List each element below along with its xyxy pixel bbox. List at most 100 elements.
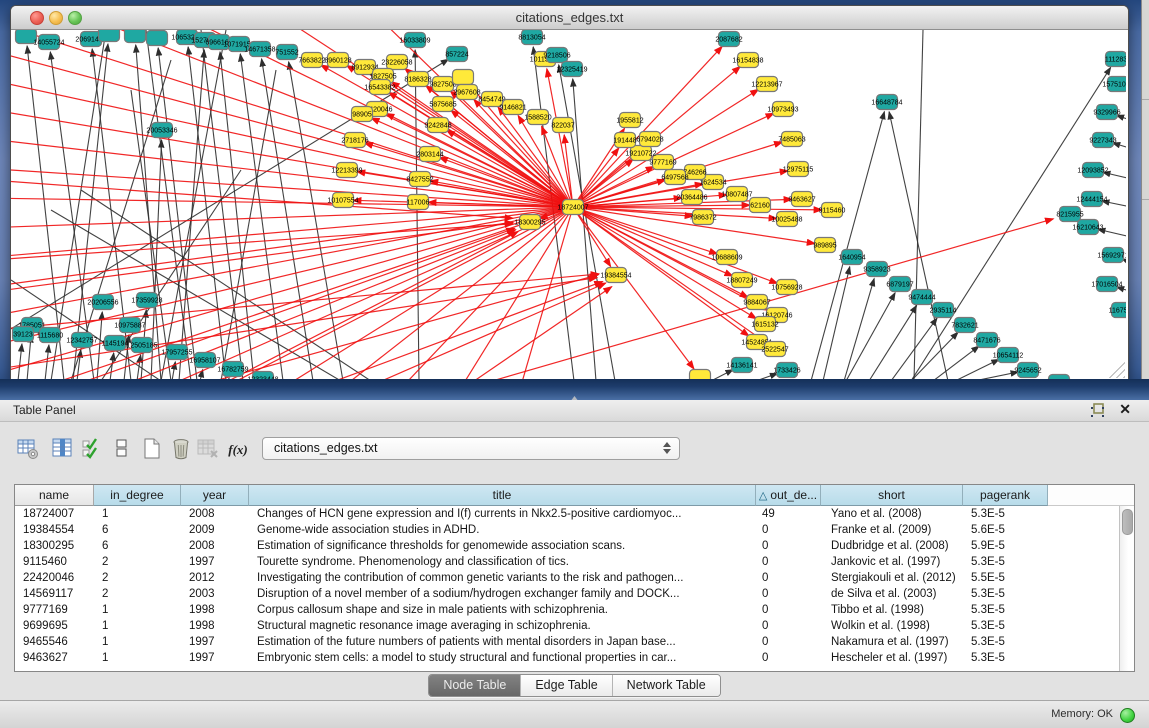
graph-node-label: 8813054	[518, 35, 545, 42]
delete-table-button-disabled[interactable]	[194, 436, 222, 464]
cell-in_degree: 1	[94, 618, 181, 634]
graph-node-label: 12213967	[751, 82, 782, 89]
cell-name: 22420046	[15, 570, 94, 586]
table-row[interactable]: 1938455462009Genome-wide association stu…	[15, 522, 1134, 538]
network-view-window[interactable]: citations_edges.txt 18724007183002957663…	[10, 5, 1129, 381]
table-select-dropdown[interactable]: citations_edges.txt	[262, 437, 680, 460]
table-row[interactable]: 969969511998Structural magnetic resonanc…	[15, 618, 1134, 634]
graph-node-label: 2718176	[341, 138, 368, 145]
graph-edge	[11, 207, 573, 379]
table-row[interactable]: 1872400712008Changes of HCN gene express…	[15, 506, 1134, 522]
scrollbar-thumb[interactable]	[1122, 509, 1133, 535]
column-header-name[interactable]: name	[15, 485, 94, 506]
table-row[interactable]: 977716911998Corpus callosum shape and si…	[15, 602, 1134, 618]
table-body: 1872400712008Changes of HCN gene express…	[15, 506, 1134, 666]
background-window-edge	[1141, 0, 1149, 400]
table-row[interactable]: 1456911722003Disruption of a novel membe…	[15, 586, 1134, 602]
graph-edge	[179, 50, 204, 379]
tab-node-table[interactable]: Node Table	[429, 675, 520, 696]
graph-node-label: 10688609	[711, 255, 742, 262]
graph-node-label: 16033809	[399, 38, 430, 45]
cell-in_degree: 6	[94, 538, 181, 554]
tab-edge-table[interactable]: Edge Table	[520, 675, 611, 696]
table-toolbar: f(x) citations_edges.txt	[0, 434, 1149, 466]
graph-edge	[911, 332, 958, 379]
row-panes-button[interactable]	[108, 436, 136, 464]
cell-pagerank: 5.3E-5	[963, 506, 1048, 522]
graph-node-label: 2803144	[416, 152, 443, 159]
graph-node[interactable]	[147, 31, 168, 46]
table-row[interactable]: 2242004622012Investigating the contribut…	[15, 570, 1134, 586]
cell-out_degree: 0	[756, 634, 821, 650]
network-svg[interactable]: 1872400718300295766382289601288912934232…	[11, 30, 1126, 379]
column-header-pagerank[interactable]: pagerank	[963, 485, 1048, 506]
cell-year: 2008	[181, 506, 249, 522]
cell-pagerank: 5.3E-5	[963, 618, 1048, 634]
table-row[interactable]: 1830029562008Estimation of significance …	[15, 538, 1134, 554]
table-row[interactable]: 911546021997Tourette syndrome. Phenomeno…	[15, 554, 1134, 570]
cell-short: Jankovic et al. (1997)	[821, 554, 963, 570]
graph-node-label: 12975115	[783, 167, 814, 174]
graph-node[interactable]	[453, 70, 474, 85]
new-document-button[interactable]	[138, 436, 166, 464]
graph-node-label: 9245652	[1014, 368, 1041, 375]
graph-node[interactable]	[690, 370, 711, 380]
graph-node[interactable]	[125, 30, 146, 43]
graph-node-label: 10807487	[721, 192, 752, 199]
window-title: citations_edges.txt	[11, 6, 1128, 29]
graph-node-label: 10025488	[771, 217, 802, 224]
network-canvas[interactable]: 1872400718300295766382289601288912934232…	[11, 30, 1126, 379]
table-scrollbar[interactable]	[1119, 506, 1134, 671]
function-builder-button[interactable]: f(x)	[224, 436, 252, 464]
graph-node-label: 19210722	[625, 151, 656, 158]
graph-node-label: 7986372	[689, 215, 716, 222]
memory-status-label: Memory: OK	[1051, 701, 1113, 727]
graph-node-label: 9115460	[819, 208, 846, 215]
cell-out_degree: 49	[756, 506, 821, 522]
column-header-in_degree[interactable]: in_degree	[94, 485, 181, 506]
table-row[interactable]: 946554611997Estimation of the future num…	[15, 634, 1134, 650]
graph-node-label: 191448	[613, 138, 636, 145]
graph-edge	[188, 47, 226, 379]
graph-node-label: 14055724	[33, 40, 64, 47]
window-titlebar[interactable]: citations_edges.txt	[11, 6, 1128, 30]
column-header-title[interactable]: title	[249, 485, 756, 506]
float-panel-icon[interactable]	[1090, 403, 1105, 418]
select-checks-button[interactable]	[79, 436, 107, 464]
column-header-short[interactable]: short	[821, 485, 963, 506]
cell-short: Yano et al. (2008)	[821, 506, 963, 522]
graph-node-label: 14136141	[726, 363, 757, 370]
node-table: namein_degreeyeartitle△ out_de...shortpa…	[14, 484, 1135, 672]
graph-node-label: 7485063	[778, 137, 805, 144]
zoom-window-button[interactable]	[68, 11, 82, 25]
delete-button[interactable]	[167, 436, 195, 464]
graph-node[interactable]	[99, 30, 120, 42]
graph-node-label: 8215955	[1056, 212, 1083, 219]
graph-edge	[161, 30, 226, 379]
graph-node-label: 20364486	[676, 195, 707, 202]
tab-network-table[interactable]: Network Table	[612, 675, 720, 696]
minimize-window-button[interactable]	[49, 11, 63, 25]
graph-edge	[73, 44, 108, 379]
close-panel-icon[interactable]: ✕	[1119, 401, 1131, 418]
panel-splitter[interactable]	[0, 379, 1149, 400]
graph-node-label: 1115680	[37, 333, 63, 340]
graph-node-label: 7663822	[298, 58, 325, 65]
panel-title: Table Panel	[13, 400, 76, 421]
cell-title: Tourette syndrome. Phenomenology and cla…	[249, 554, 756, 570]
table-settings-button[interactable]	[14, 436, 42, 464]
graph-node-label: 16958107	[189, 358, 220, 365]
graph-node-label: 16782759	[217, 367, 248, 374]
graph-node-label: 822037	[551, 123, 574, 130]
column-header-year[interactable]: year	[181, 485, 249, 506]
table-row[interactable]: 946362711997Embryonic stem cells: a mode…	[15, 650, 1134, 666]
graph-node-label: 1640954	[838, 255, 865, 262]
column-header-out_degree[interactable]: △ out_de...	[756, 485, 821, 506]
cell-out_degree: 0	[756, 586, 821, 602]
graph-node-label: 16648784	[871, 100, 902, 107]
graph-node-label: 8427552	[406, 177, 433, 184]
header-filler	[1048, 485, 1134, 506]
close-window-button[interactable]	[30, 11, 44, 25]
cell-short: Stergiakouli et al. (2012)	[821, 570, 963, 586]
column-visibility-button[interactable]	[49, 436, 77, 464]
